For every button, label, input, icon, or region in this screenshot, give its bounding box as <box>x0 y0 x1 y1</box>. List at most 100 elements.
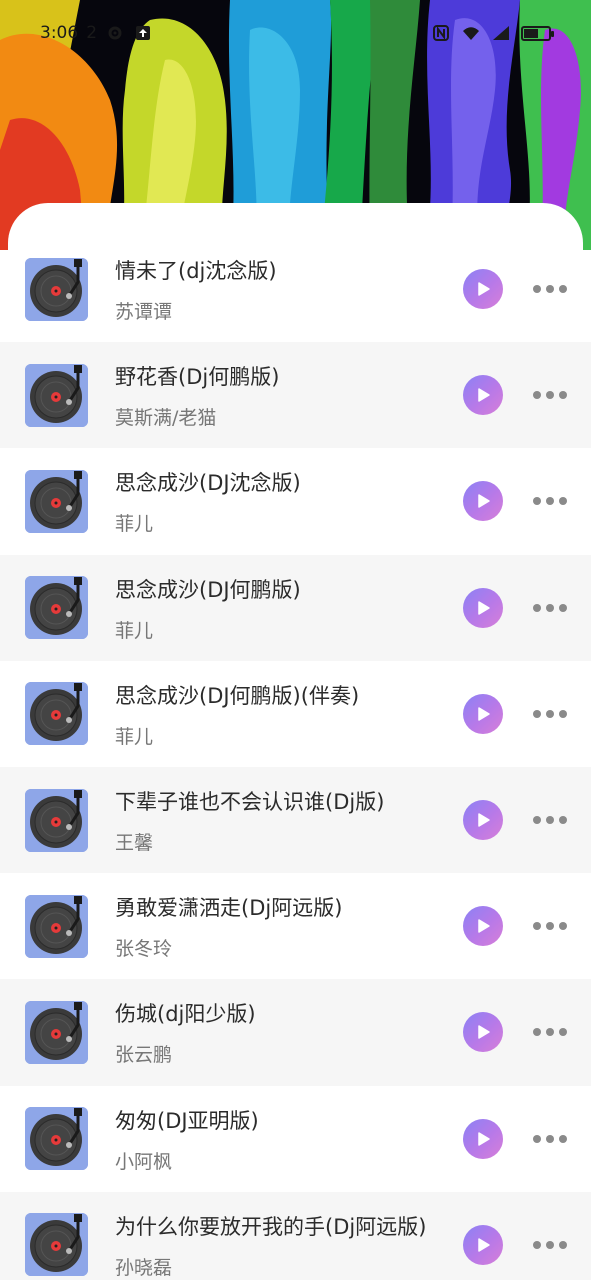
song-row[interactable]: 为什么你要放开我的手(Dj阿远版) 孙晓磊 <box>0 1191 591 1280</box>
signal-icon <box>491 23 511 43</box>
song-title: 为什么你要放开我的手(Dj阿远版) <box>115 1214 427 1239</box>
song-row[interactable]: 野花香(Dj何鹏版) 莫斯满/老猫 <box>0 342 591 449</box>
more-dot <box>546 285 554 294</box>
more-dot <box>533 1240 541 1249</box>
play-icon <box>478 919 490 933</box>
status-time: 3:06 <box>40 23 79 43</box>
song-artist: 张云鹏 <box>115 1044 173 1067</box>
more-dot <box>559 1240 567 1249</box>
more-button[interactable] <box>533 385 567 405</box>
song-title: 下辈子谁也不会认识谁(Dj版) <box>115 789 385 814</box>
more-dot <box>533 816 541 825</box>
play-button[interactable] <box>463 481 503 522</box>
status-extra: 2 <box>86 23 98 43</box>
song-row[interactable]: 下辈子谁也不会认识谁(Dj版) 王馨 <box>0 766 591 874</box>
song-title: 匆匆(DJ亚明版) <box>115 1108 259 1133</box>
more-dot <box>559 709 567 718</box>
song-title: 思念成沙(DJ何鹏版) <box>115 577 301 602</box>
more-dot <box>559 497 567 506</box>
play-icon <box>478 1238 490 1252</box>
more-dot <box>546 1134 554 1143</box>
vinyl-record-icon <box>25 788 88 852</box>
song-title: 勇敢爱潇洒走(Dj阿远版) <box>115 896 343 921</box>
more-button[interactable] <box>533 279 567 299</box>
more-dot <box>559 816 567 825</box>
more-dot <box>533 922 541 931</box>
song-title: 伤城(dj阳少版) <box>115 1002 256 1027</box>
song-row[interactable]: 思念成沙(DJ何鹏版)(伴奏) 菲儿 <box>0 661 591 767</box>
more-button[interactable] <box>533 1129 567 1149</box>
more-button[interactable] <box>533 704 567 724</box>
play-button[interactable] <box>463 1012 503 1053</box>
song-row[interactable]: 思念成沙(DJ沈念版) 菲儿 <box>0 448 591 554</box>
song-list: 情未了(dj沈念版) 苏谭谭 野花香(Dj何鹏版) 莫斯满/老猫 思念成沙(DJ… <box>0 236 591 1280</box>
more-button[interactable] <box>533 491 567 511</box>
song-artist: 菲儿 <box>115 725 154 748</box>
more-button[interactable] <box>533 810 567 830</box>
song-artist: 菲儿 <box>115 513 154 536</box>
vinyl-record-icon <box>25 363 88 427</box>
song-row[interactable]: 伤城(dj阳少版) 张云鹏 <box>0 979 591 1086</box>
song-row[interactable]: 情未了(dj沈念版) 苏谭谭 <box>0 236 591 342</box>
play-button[interactable] <box>463 375 503 416</box>
play-icon <box>478 282 490 296</box>
play-button[interactable] <box>463 587 503 628</box>
more-button[interactable] <box>533 598 567 618</box>
song-title: 野花香(Dj何鹏版) <box>115 365 280 390</box>
vinyl-record-icon <box>25 894 88 958</box>
song-artist: 小阿枫 <box>115 1150 173 1173</box>
play-icon <box>478 813 490 827</box>
song-artist: 孙晓磊 <box>115 1256 173 1279</box>
song-artist: 王馨 <box>115 831 154 854</box>
song-title: 情未了(dj沈念版) <box>115 259 277 283</box>
song-artist: 苏谭谭 <box>115 301 173 323</box>
wifi-icon <box>461 23 481 43</box>
play-icon <box>478 707 490 721</box>
more-dot <box>559 922 567 931</box>
song-artist: 莫斯满/老猫 <box>115 407 217 430</box>
play-button[interactable] <box>463 800 503 841</box>
play-icon <box>478 388 490 403</box>
more-button[interactable] <box>533 916 567 936</box>
more-dot <box>546 1240 554 1249</box>
status-bar: 3:06 2 <box>0 18 591 48</box>
song-row[interactable]: 匆匆(DJ亚明版) 小阿枫 <box>0 1086 591 1192</box>
play-icon <box>478 1131 490 1146</box>
settings-icon <box>105 23 125 43</box>
vinyl-record-icon <box>25 682 88 746</box>
play-icon <box>478 600 490 615</box>
more-dot <box>546 816 554 825</box>
song-artist: 张冬玲 <box>115 938 173 961</box>
more-dot <box>533 1028 541 1037</box>
play-button[interactable] <box>463 269 503 310</box>
more-button[interactable] <box>533 1235 567 1255</box>
vinyl-record-icon <box>25 1000 88 1064</box>
more-dot <box>546 1028 554 1037</box>
play-button[interactable] <box>463 693 503 734</box>
more-dot <box>559 1028 567 1037</box>
more-dot <box>546 603 554 612</box>
more-dot <box>533 391 541 400</box>
more-dot <box>546 497 554 506</box>
play-button[interactable] <box>463 1224 503 1265</box>
more-dot <box>546 709 554 718</box>
song-title: 思念成沙(DJ沈念版) <box>115 471 301 496</box>
more-dot <box>533 603 541 612</box>
vinyl-record-icon <box>25 1213 88 1277</box>
battery-icon <box>521 25 554 41</box>
more-dot <box>559 1134 567 1143</box>
song-artist: 菲儿 <box>115 619 154 642</box>
play-button[interactable] <box>463 1118 503 1159</box>
more-dot <box>533 497 541 506</box>
song-row[interactable]: 思念成沙(DJ何鹏版) 菲儿 <box>0 554 591 661</box>
more-button[interactable] <box>533 1022 567 1042</box>
more-dot <box>559 391 567 400</box>
vinyl-record-icon <box>25 469 88 533</box>
song-row[interactable]: 勇敢爱潇洒走(Dj阿远版) 张冬玲 <box>0 873 591 979</box>
more-dot <box>559 603 567 612</box>
more-dot <box>546 922 554 931</box>
more-dot <box>559 285 567 294</box>
play-button[interactable] <box>463 906 503 947</box>
play-icon <box>478 494 490 509</box>
play-icon <box>478 1025 490 1040</box>
